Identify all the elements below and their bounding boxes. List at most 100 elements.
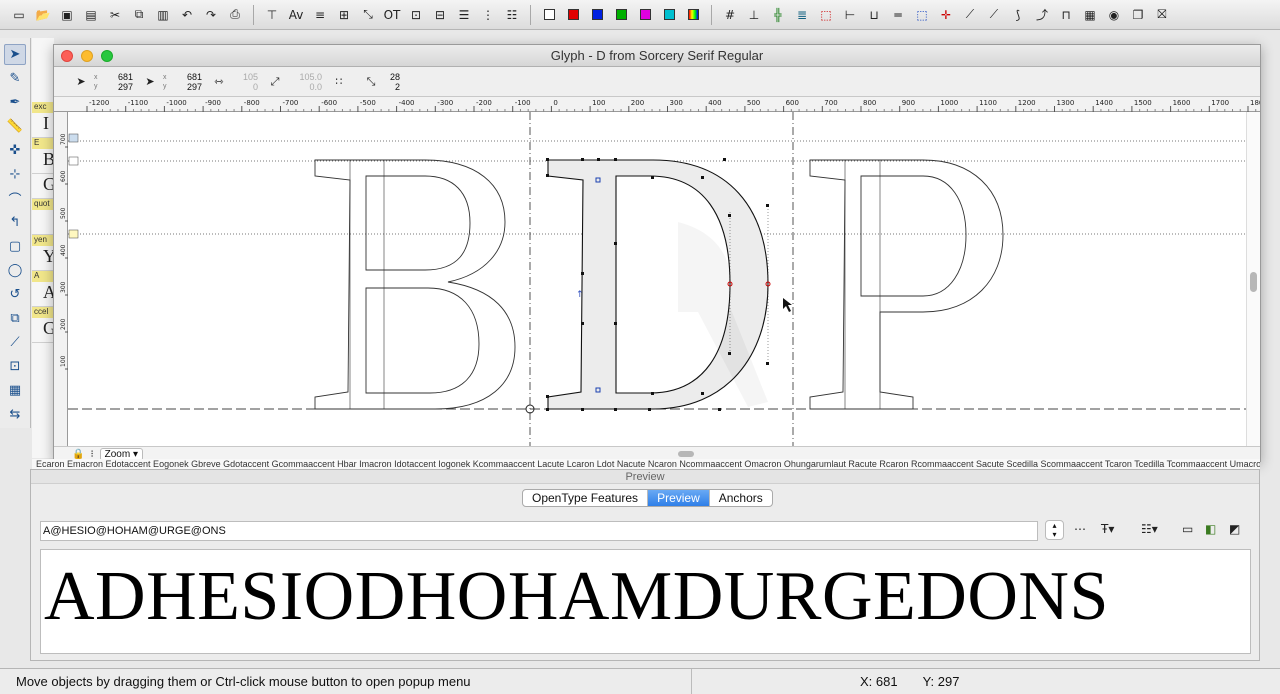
tab-anchors[interactable]: Anchors — [710, 490, 772, 506]
vertical-ruler[interactable]: 700 600 500 400 300 200 100 — [54, 112, 68, 446]
fit-width-icon[interactable]: ▭ — [1182, 522, 1193, 536]
magenta-color-icon[interactable] — [634, 4, 656, 26]
red-color-icon[interactable] — [562, 4, 584, 26]
pointer-tool-icon[interactable]: ➤ — [4, 44, 26, 65]
ascender-marker[interactable] — [68, 133, 79, 143]
blue-color-icon[interactable] — [586, 4, 608, 26]
text-style-icon[interactable]: Ŧ▾ — [1101, 522, 1114, 536]
rectangle-tool-icon[interactable]: ▢ — [4, 236, 26, 257]
horizontal-scroll-thumb[interactable] — [678, 451, 694, 457]
no-color-icon[interactable] — [538, 4, 560, 26]
layer-icon[interactable]: ⁝ — [90, 449, 93, 460]
rotate-tool-icon[interactable]: ↺ — [4, 284, 26, 305]
vertical-scrollbar[interactable] — [1246, 112, 1260, 446]
classes-icon[interactable]: ☷ — [501, 4, 523, 26]
save-icon[interactable]: ▣ — [56, 4, 78, 26]
preview-render-area[interactable]: ADHESIODHOHAMDURGEDONS — [40, 549, 1251, 654]
align-icon[interactable]: ⊥ — [743, 4, 765, 26]
cyan-color-icon[interactable] — [658, 4, 680, 26]
ruler-label: -100 — [515, 99, 531, 107]
tangent-point-tool-icon[interactable]: ⌒ — [4, 188, 26, 209]
bitmap-tool-icon[interactable]: ▦ — [4, 380, 26, 401]
tab-preview[interactable]: Preview — [648, 490, 710, 506]
lock-icon[interactable]: 🔒 — [72, 449, 84, 460]
grid-icon[interactable]: # — [719, 4, 741, 26]
horizontal-ruler[interactable]: -1200 -1100 -1000 -900 -800 -700 -600 -500 -400-… — [54, 97, 1280, 112]
zoom-button[interactable] — [101, 50, 113, 62]
transform-icon[interactable]: ⤡ — [357, 4, 379, 26]
bitmap-icon[interactable]: ◉ — [1103, 4, 1125, 26]
merge-icon[interactable]: ⟋ — [983, 4, 1005, 26]
corner-point-tool-icon[interactable]: ⊹ — [4, 164, 26, 185]
reverse-icon[interactable]: ⬚ — [911, 4, 933, 26]
pencil-tool-icon[interactable]: ⇆ — [4, 404, 26, 425]
print-icon[interactable]: ⎙ — [224, 4, 246, 26]
font-info-icon[interactable]: ≡ — [309, 4, 331, 26]
more-icon[interactable]: ⋯ — [1074, 522, 1086, 536]
minimize-button[interactable] — [81, 50, 93, 62]
opentype-icon[interactable]: OT — [381, 4, 403, 26]
glyph-cell[interactable]: B — [32, 149, 54, 174]
text-stepper[interactable]: ▴ ▾ — [1045, 520, 1064, 540]
select-icon[interactable]: ⬚ — [815, 4, 837, 26]
glyph-cell[interactable]: G — [32, 174, 54, 199]
point-direction-marker: ↑ — [576, 290, 584, 300]
overlap-icon[interactable]: ═ — [887, 4, 909, 26]
scroll-thumb[interactable] — [1250, 272, 1257, 292]
glyph-cell[interactable]: G — [32, 318, 54, 343]
invert-icon[interactable]: ◩ — [1229, 522, 1240, 536]
close-button[interactable] — [61, 50, 73, 62]
open-icon[interactable]: 📂 — [32, 4, 54, 26]
ellipse-tool-icon[interactable]: ◯ — [4, 260, 26, 281]
glyph-cell[interactable]: Y — [32, 246, 54, 271]
glyph-window-titlebar[interactable]: Glyph - D from Sorcery Serif Regular — [54, 45, 1260, 67]
ruler-label: -1100 — [128, 99, 148, 107]
glyph-cell[interactable]: I — [32, 113, 54, 138]
save-all-icon[interactable]: ▤ — [80, 4, 102, 26]
snap-icon[interactable]: ⊢ — [839, 4, 861, 26]
cut-icon[interactable]: ✂ — [104, 4, 126, 26]
ruler-tool-icon[interactable]: 📏 — [4, 116, 26, 137]
round-icon[interactable]: ✛ — [935, 4, 957, 26]
glyph-cell[interactable]: A — [32, 282, 54, 307]
cap-height-marker[interactable] — [68, 156, 79, 166]
preview-text-field[interactable] — [40, 521, 1038, 541]
corner-icon[interactable]: ⤴ — [1031, 4, 1053, 26]
glyph-cell[interactable] — [32, 210, 54, 235]
kern-icon[interactable]: Av — [285, 4, 307, 26]
hint-icon[interactable]: ⊟ — [429, 4, 451, 26]
new-icon[interactable]: ▭ — [8, 4, 30, 26]
center-icon[interactable]: ╬ — [767, 4, 789, 26]
curve-icon[interactable]: ⟆ — [1007, 4, 1029, 26]
hv-curve-tool-icon[interactable]: ↰ — [4, 212, 26, 233]
eraser-tool-icon[interactable]: ✎ — [4, 68, 26, 89]
spacing-icon[interactable]: ⋮ — [477, 4, 499, 26]
scale-tool-icon[interactable]: ⧉ — [4, 308, 26, 329]
skew-tool-icon[interactable]: ⟋ — [4, 332, 26, 353]
outline-icon[interactable]: ❐ — [1127, 4, 1149, 26]
paste-icon[interactable]: ▥ — [152, 4, 174, 26]
redo-icon[interactable]: ↷ — [200, 4, 222, 26]
copy-icon[interactable]: ⧉ — [128, 4, 150, 26]
exit-icon[interactable]: ⛝ — [1151, 4, 1173, 26]
distribute-icon[interactable]: ≣ — [791, 4, 813, 26]
tab-opentype-features[interactable]: OpenType Features — [523, 490, 649, 506]
curve-point-tool-icon[interactable]: ✜ — [4, 140, 26, 161]
x-height-marker[interactable] — [68, 229, 79, 239]
measure-icon[interactable]: ⊔ — [863, 4, 885, 26]
palette-icon[interactable] — [682, 4, 704, 26]
green-color-icon[interactable] — [610, 4, 632, 26]
fit-height-icon[interactable]: ◧ — [1205, 522, 1216, 536]
glyph-canvas[interactable]: ↑ — [68, 112, 1246, 446]
undo-icon[interactable]: ↶ — [176, 4, 198, 26]
extremes-icon[interactable]: ⟋ — [959, 4, 981, 26]
hv-icon[interactable]: ▦ — [1079, 4, 1101, 26]
perspective-tool-icon[interactable]: ⊡ — [4, 356, 26, 377]
glyph-info-icon[interactable]: ⊞ — [333, 4, 355, 26]
validate-icon[interactable]: ⊡ — [405, 4, 427, 26]
tangent-icon[interactable]: ⊓ — [1055, 4, 1077, 26]
autohint-icon[interactable]: ☰ — [453, 4, 475, 26]
layout-icon[interactable]: ☷▾ — [1141, 522, 1158, 536]
pen-tool-icon[interactable]: ✒ — [4, 92, 26, 113]
metrics-icon[interactable]: ⊤ — [261, 4, 283, 26]
